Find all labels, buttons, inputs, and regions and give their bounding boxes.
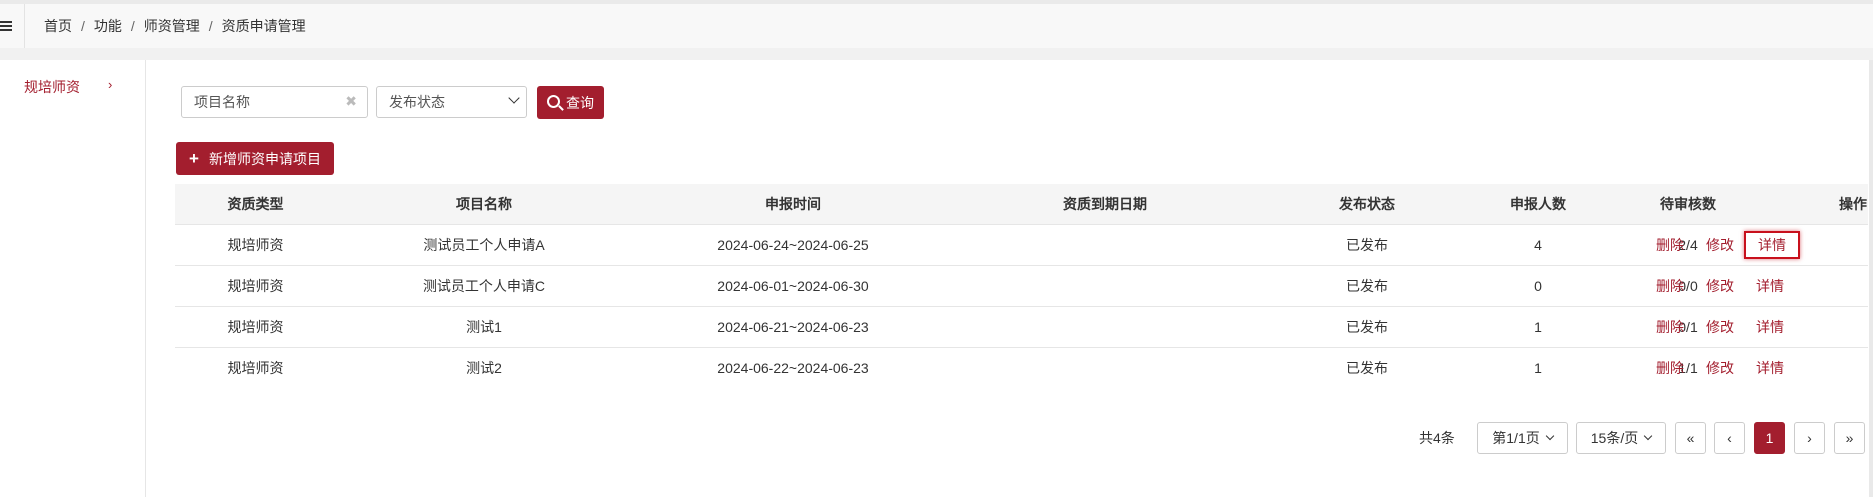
breadcrumb-function[interactable]: 功能 bbox=[94, 16, 122, 36]
prev-page-button[interactable]: ‹ bbox=[1714, 422, 1745, 454]
chevron-down-icon bbox=[1545, 431, 1554, 441]
chevron-right-icon: › bbox=[1807, 430, 1812, 446]
table-row: 规培师资 测试1 2024-06-21~2024-06-23 已发布 1 0/1… bbox=[175, 306, 1868, 347]
cell-expire-date bbox=[954, 266, 1256, 306]
cell-applicants: 4 bbox=[1534, 237, 1542, 253]
cell-apply-period: 2024-06-24~2024-06-25 bbox=[717, 237, 869, 253]
search-icon bbox=[547, 95, 560, 108]
header-actions: 操作 bbox=[1839, 196, 1867, 212]
page-size-select[interactable]: 15条/页 bbox=[1576, 422, 1666, 454]
sidebar-item-label: 规培师资 bbox=[24, 79, 80, 95]
breadcrumb-teacher-management[interactable]: 师资管理 bbox=[144, 16, 200, 36]
cell-project-name: 测试1 bbox=[466, 319, 502, 335]
breadcrumb-current: 资质申请管理 bbox=[221, 18, 306, 34]
cell-applicants: 0 bbox=[1534, 278, 1542, 294]
last-page-button[interactable]: » bbox=[1834, 422, 1865, 454]
vertical-scrollbar[interactable] bbox=[1869, 60, 1873, 497]
chevron-down-icon bbox=[1643, 431, 1653, 441]
breadcrumb: 首页 / 功能 / 师资管理 / 资质申请管理 bbox=[44, 4, 306, 48]
cell-expire-date bbox=[954, 307, 1256, 347]
breadcrumb-home[interactable]: 首页 bbox=[44, 16, 72, 36]
query-button-label: 查询 bbox=[566, 94, 594, 111]
header-status: 发布状态 bbox=[1339, 196, 1395, 212]
breadcrumb-separator: / bbox=[130, 18, 135, 34]
table-header: 资质类型 项目名称 申报时间 资质到期日期 发布状态 申报人数 待审核数 操作 bbox=[175, 184, 1868, 224]
breadcrumb-separator: / bbox=[81, 18, 85, 34]
double-chevron-right-icon: » bbox=[1845, 430, 1854, 446]
clear-icon[interactable]: ✖ bbox=[345, 93, 357, 110]
header-apply-period: 申报时间 bbox=[765, 196, 821, 212]
add-teacher-application-button[interactable]: + 新增师资申请项目 bbox=[176, 142, 334, 175]
page-select[interactable]: 第1/1页 bbox=[1477, 422, 1568, 454]
detail-link[interactable]: 详情 bbox=[1756, 276, 1784, 296]
cell-apply-period: 2024-06-01~2024-06-30 bbox=[717, 278, 869, 294]
application-table: 资质类型 项目名称 申报时间 资质到期日期 发布状态 申报人数 待审核数 操作 … bbox=[175, 184, 1868, 388]
cell-status: 已发布 bbox=[1346, 319, 1388, 335]
chevron-down-icon bbox=[508, 92, 520, 104]
cell-type: 规培师资 bbox=[227, 319, 284, 335]
row-actions: 删除 修改 详情 bbox=[1656, 307, 1784, 347]
delete-link[interactable]: 删除 bbox=[1656, 317, 1684, 337]
delete-link[interactable]: 删除 bbox=[1656, 276, 1684, 296]
delete-link[interactable]: 删除 bbox=[1656, 235, 1684, 255]
cell-apply-period: 2024-06-22~2024-06-23 bbox=[717, 360, 869, 376]
header-type: 资质类型 bbox=[227, 196, 284, 212]
cell-type: 规培师资 bbox=[227, 237, 284, 253]
cell-project-name: 测试员工个人申请A bbox=[423, 237, 545, 253]
cell-project-name: 测试2 bbox=[466, 360, 502, 376]
detail-link[interactable]: 详情 bbox=[1744, 231, 1800, 259]
edit-link[interactable]: 修改 bbox=[1706, 358, 1734, 378]
cell-expire-date bbox=[954, 348, 1256, 388]
cell-type: 规培师资 bbox=[227, 360, 284, 376]
header-expire-date: 资质到期日期 bbox=[1063, 196, 1147, 212]
cell-applicants: 1 bbox=[1534, 319, 1542, 335]
header-pending: 待审核数 bbox=[1660, 196, 1716, 212]
add-button-label: 新增师资申请项目 bbox=[208, 150, 321, 167]
cell-status: 已发布 bbox=[1346, 278, 1388, 294]
cell-status: 已发布 bbox=[1346, 237, 1388, 253]
delete-link[interactable]: 删除 bbox=[1656, 358, 1684, 378]
detail-link[interactable]: 详情 bbox=[1756, 317, 1784, 337]
edit-link[interactable]: 修改 bbox=[1706, 235, 1734, 255]
row-actions: 删除 修改 详情 bbox=[1656, 348, 1784, 388]
cell-status: 已发布 bbox=[1346, 360, 1388, 376]
sidebar-item-guipei-teachers[interactable]: 规培师资 › bbox=[24, 77, 124, 97]
row-actions: 删除 修改 详情 bbox=[1656, 266, 1784, 306]
table-row: 规培师资 测试员工个人申请C 2024-06-01~2024-06-30 已发布… bbox=[175, 265, 1868, 306]
cell-apply-period: 2024-06-21~2024-06-23 bbox=[717, 319, 869, 335]
cell-type: 规培师资 bbox=[227, 278, 284, 294]
pagination-total: 共4条 bbox=[1419, 430, 1455, 446]
table-row: 规培师资 测试2 2024-06-22~2024-06-23 已发布 1 1/1… bbox=[175, 347, 1868, 388]
cell-expire-date bbox=[954, 225, 1256, 265]
chevron-right-icon: › bbox=[108, 77, 113, 92]
cell-applicants: 1 bbox=[1534, 360, 1542, 376]
next-page-button[interactable]: › bbox=[1794, 422, 1825, 454]
table-row: 规培师资 测试员工个人申请A 2024-06-24~2024-06-25 已发布… bbox=[175, 224, 1868, 265]
status-select-value: 发布状态 bbox=[389, 94, 445, 110]
cell-project-name: 测试员工个人申请C bbox=[422, 278, 546, 294]
top-bar: 首页 / 功能 / 师资管理 / 资质申请管理 bbox=[0, 0, 1873, 48]
double-chevron-left-icon: « bbox=[1686, 430, 1695, 446]
status-select[interactable]: 发布状态 bbox=[376, 86, 527, 118]
edit-link[interactable]: 修改 bbox=[1706, 276, 1734, 296]
project-name-input[interactable]: 项目名称 ✖ bbox=[181, 86, 368, 118]
current-page-number: 1 bbox=[1765, 430, 1774, 446]
row-actions: 删除 修改 详情 bbox=[1656, 225, 1800, 265]
project-name-placeholder: 项目名称 bbox=[194, 94, 250, 110]
query-button[interactable]: 查询 bbox=[537, 86, 604, 119]
chevron-left-icon: ‹ bbox=[1727, 430, 1732, 446]
breadcrumb-separator: / bbox=[208, 18, 213, 34]
header-separator bbox=[0, 48, 1873, 60]
plus-icon: + bbox=[189, 148, 199, 168]
header-project-name: 项目名称 bbox=[456, 196, 512, 212]
hamburger-menu-icon[interactable] bbox=[0, 4, 25, 48]
page-1-button[interactable]: 1 bbox=[1754, 422, 1785, 454]
header-applicants: 申报人数 bbox=[1510, 196, 1566, 212]
page-size-value: 15条/页 bbox=[1590, 430, 1639, 446]
sidebar: 规培师资 › bbox=[0, 60, 146, 497]
first-page-button[interactable]: « bbox=[1675, 422, 1706, 454]
page-select-value: 第1/1页 bbox=[1492, 430, 1540, 446]
detail-link[interactable]: 详情 bbox=[1756, 358, 1784, 378]
edit-link[interactable]: 修改 bbox=[1706, 317, 1734, 337]
